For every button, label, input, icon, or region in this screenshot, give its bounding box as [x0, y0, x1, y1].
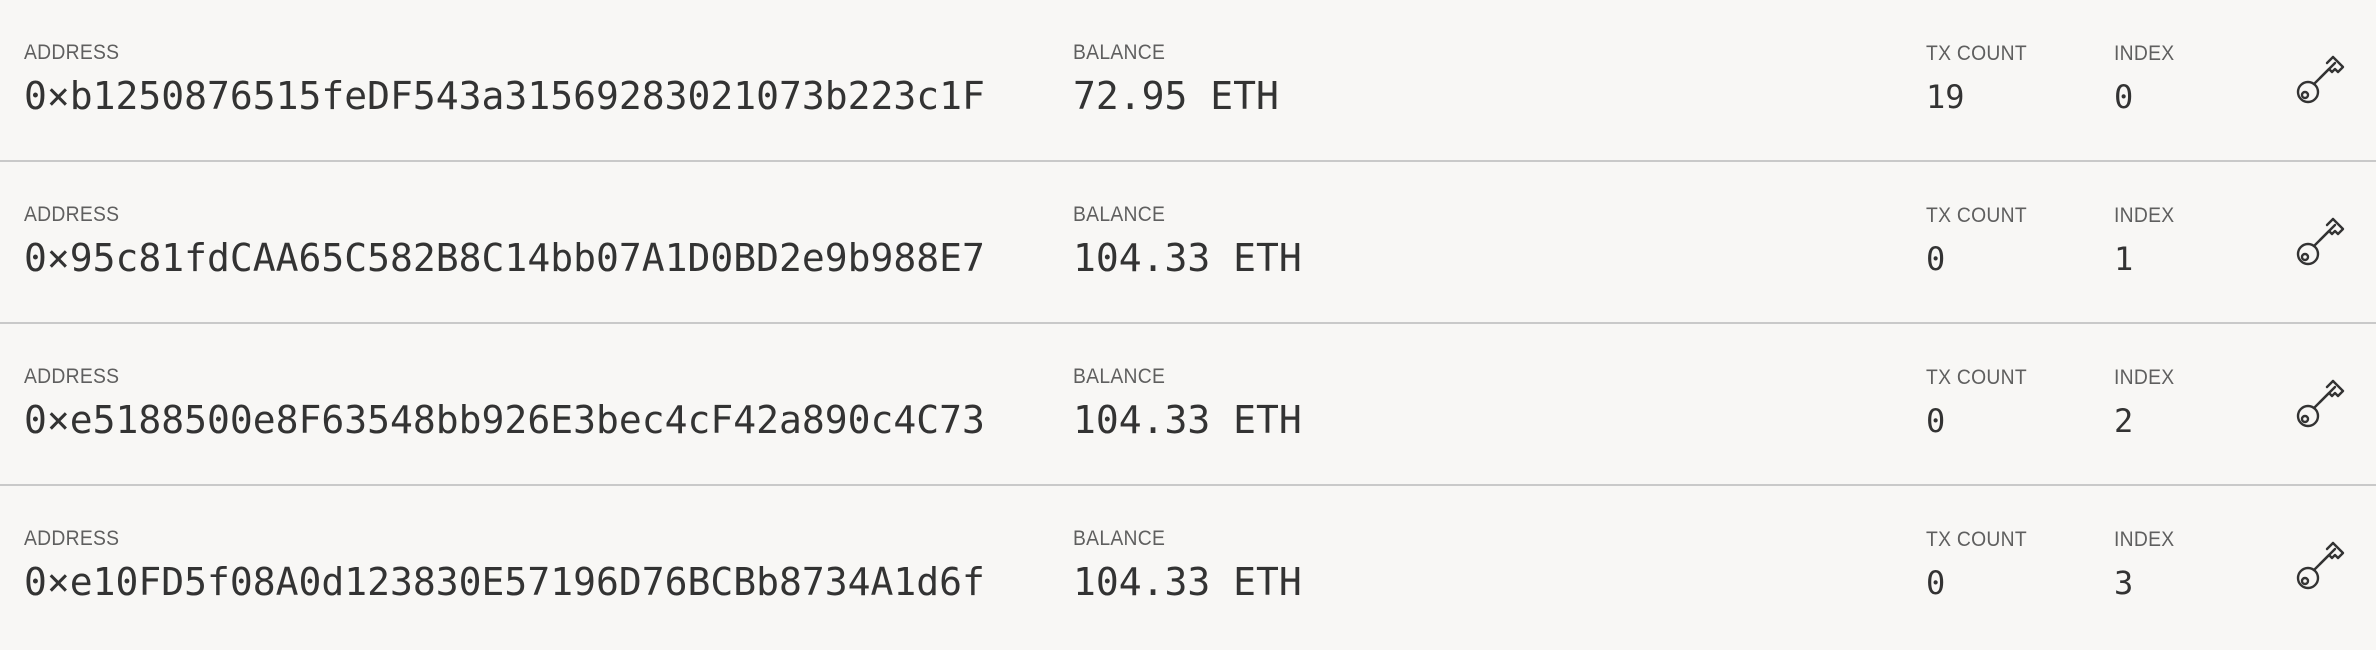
address-field: ADDRESS 0×b1250876515feDF543a31569283021… [24, 42, 985, 115]
index-label: INDEX [2114, 528, 2175, 551]
address-value[interactable]: 0×e5188500e8F63548bb926E3bec4cF42a890c4C… [24, 401, 985, 439]
index-label: INDEX [2114, 204, 2175, 227]
address-value[interactable]: 0×95c81fdCAA65C582B8C14bb07A1D0BD2e9b988… [24, 239, 985, 277]
tx-count-label: TX COUNT [1926, 204, 2027, 227]
index-value: 2 [2114, 402, 2134, 440]
address-value[interactable]: 0×e10FD5f08A0d123830E57196D76BCBb8734A1d… [24, 563, 985, 601]
tx-count-value: 0 [1926, 402, 1946, 440]
tx-count-field: TX COUNT 0 [1926, 367, 2036, 437]
balance-field: BALANCE 104.33 ETH [1073, 366, 1302, 439]
tx-count-label: TX COUNT [1926, 366, 2027, 389]
address-label: ADDRESS [24, 203, 120, 226]
tx-count-field: TX COUNT 19 [1926, 43, 2036, 113]
balance-value: 72.95 ETH [1073, 74, 1279, 118]
balance-label: BALANCE [1073, 365, 1166, 388]
index-label: INDEX [2114, 42, 2175, 65]
index-value: 1 [2114, 240, 2134, 278]
account-row: ADDRESS 0×95c81fdCAA65C582B8C14bb07A1D0B… [0, 162, 2376, 324]
address-label: ADDRESS [24, 365, 120, 388]
tx-count-field: TX COUNT 0 [1926, 205, 2036, 275]
show-keys-button[interactable] [2294, 212, 2350, 268]
account-row: ADDRESS 0×e10FD5f08A0d123830E57196D76BCB… [0, 486, 2376, 648]
index-label: INDEX [2114, 366, 2175, 389]
address-label: ADDRESS [24, 527, 120, 550]
index-value: 3 [2114, 564, 2134, 602]
tx-count-label: TX COUNT [1926, 42, 2027, 65]
account-row: ADDRESS 0×b1250876515feDF543a31569283021… [0, 0, 2376, 162]
balance-field: BALANCE 104.33 ETH [1073, 204, 1302, 277]
balance-field: BALANCE 104.33 ETH [1073, 528, 1302, 601]
address-label: ADDRESS [24, 41, 120, 64]
tx-count-field: TX COUNT 0 [1926, 529, 2036, 599]
balance-label: BALANCE [1073, 203, 1166, 226]
key-icon [2296, 541, 2345, 590]
tx-count-label: TX COUNT [1926, 528, 2027, 551]
address-value[interactable]: 0×b1250876515feDF543a31569283021073b223c… [24, 77, 985, 115]
balance-value: 104.33 ETH [1073, 560, 1302, 604]
address-field: ADDRESS 0×e10FD5f08A0d123830E57196D76BCB… [24, 528, 985, 601]
index-field: INDEX 3 [2114, 529, 2180, 599]
address-field: ADDRESS 0×e5188500e8F63548bb926E3bec4cF4… [24, 366, 985, 439]
tx-count-value: 0 [1926, 240, 1946, 278]
balance-label: BALANCE [1073, 41, 1166, 64]
balance-value: 104.33 ETH [1073, 236, 1302, 280]
index-field: INDEX 2 [2114, 367, 2180, 437]
key-icon [2296, 55, 2345, 104]
index-field: INDEX 0 [2114, 43, 2180, 113]
show-keys-button[interactable] [2294, 50, 2350, 106]
balance-label: BALANCE [1073, 527, 1166, 550]
tx-count-value: 19 [1926, 78, 1965, 116]
balance-field: BALANCE 72.95 ETH [1073, 42, 1279, 115]
key-icon [2296, 217, 2345, 266]
index-field: INDEX 1 [2114, 205, 2180, 275]
address-field: ADDRESS 0×95c81fdCAA65C582B8C14bb07A1D0B… [24, 204, 985, 277]
show-keys-button[interactable] [2294, 374, 2350, 430]
show-keys-button[interactable] [2294, 536, 2350, 592]
tx-count-value: 0 [1926, 564, 1946, 602]
accounts-list: ADDRESS 0×b1250876515feDF543a31569283021… [0, 0, 2376, 650]
balance-value: 104.33 ETH [1073, 398, 1302, 442]
key-icon [2296, 379, 2345, 428]
index-value: 0 [2114, 78, 2134, 116]
account-row: ADDRESS 0×e5188500e8F63548bb926E3bec4cF4… [0, 324, 2376, 486]
